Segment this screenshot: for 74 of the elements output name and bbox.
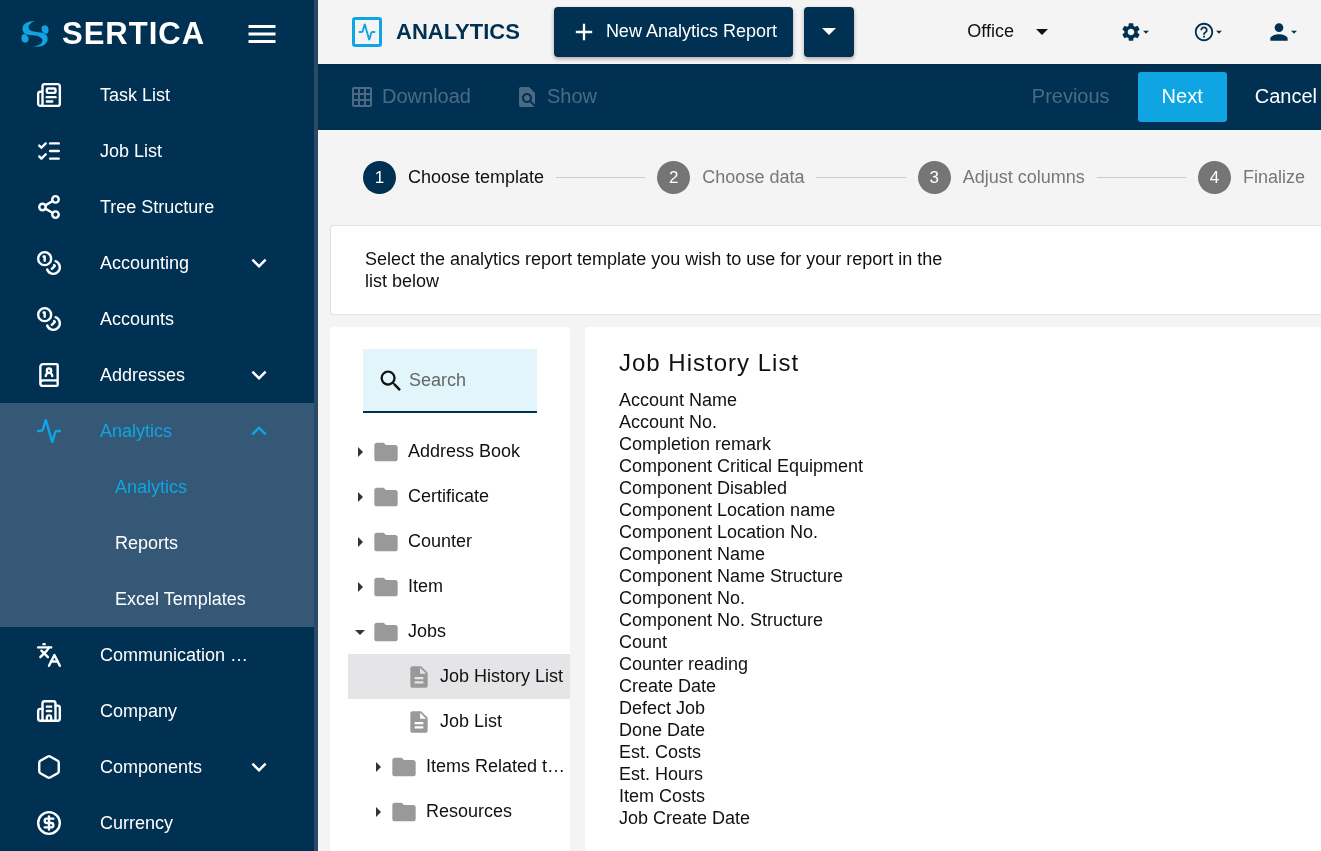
coins-icon (36, 250, 62, 276)
step-label: Choose template (408, 167, 545, 188)
cancel-button[interactable]: Cancel (1254, 85, 1321, 109)
step-label: Choose data (702, 167, 805, 188)
field-name: Account No. (619, 411, 719, 433)
nav-item[interactable]: Company (0, 683, 314, 739)
step-label: Finalize (1243, 167, 1305, 188)
help-icon (1193, 20, 1215, 43)
page-title: ANALYTICS (396, 18, 520, 45)
coins-icon (36, 306, 62, 332)
settings-icon (1120, 20, 1142, 43)
tree-folder[interactable]: Items Related t… (348, 744, 570, 789)
caret-icon (821, 28, 836, 36)
tree-folder[interactable]: Item (348, 564, 570, 609)
step-number: 4 (1198, 161, 1231, 194)
dropdown-button[interactable] (803, 6, 854, 57)
caret-icon (1036, 28, 1048, 35)
nav-item[interactable]: Task List (0, 67, 314, 123)
nav-item[interactable]: Accounting (0, 235, 314, 291)
office-dropdown[interactable]: Office (961, 20, 1054, 44)
field-name: Component Name Structure (619, 565, 845, 587)
nav-item[interactable]: Accounts (0, 291, 314, 347)
tree-item[interactable]: Job History List (348, 654, 570, 699)
field-name: Est. Costs (619, 741, 703, 763)
search-field[interactable]: Search (363, 349, 537, 413)
field-name: Counter reading (619, 653, 750, 675)
nav-item[interactable]: Addresses (0, 347, 314, 403)
logo-text: SERTICA (62, 15, 206, 52)
step-number: 2 (657, 161, 691, 194)
step-label: Adjust columns (962, 167, 1085, 188)
tree-folder[interactable]: Counter (348, 519, 570, 564)
field-name: Job Create Date (619, 807, 752, 829)
tree-folder[interactable]: Jobs (348, 609, 570, 654)
nav-item[interactable]: Currency (0, 795, 314, 851)
nav-item[interactable]: Job List (0, 123, 314, 179)
field-name: Defect Job (619, 697, 707, 719)
nav-item[interactable]: Tree Structure (0, 179, 314, 235)
nav-subitem[interactable]: Excel Templates (0, 571, 314, 627)
nav-subitem[interactable]: Reports (0, 515, 314, 571)
list-card-icon (36, 82, 62, 108)
tree-folder[interactable]: Certificate (348, 474, 570, 519)
field-name: Create Date (619, 675, 718, 697)
tree-folder[interactable]: Address Book (348, 429, 570, 474)
translate-icon (36, 642, 62, 668)
field-name: Done Date (619, 719, 707, 741)
step-number: 3 (917, 161, 951, 194)
pulse-icon (36, 418, 62, 444)
nav-item[interactable]: Components (0, 739, 314, 795)
field-name: Count (619, 631, 669, 653)
tree-item[interactable]: Job List (348, 699, 570, 744)
field-name: Completion remark (619, 433, 773, 455)
step-number: 1 (363, 161, 396, 194)
instructions-text: Select the analytics report template you wish to use for your report in the list below (365, 248, 944, 292)
dollar-cycle-icon (36, 810, 62, 836)
contact-book-icon (36, 362, 62, 388)
field-name: Account Name (619, 389, 739, 411)
field-name: Component Name (619, 543, 767, 565)
nav-item[interactable]: Communication … (0, 627, 314, 683)
field-name: Component Location No. (619, 521, 820, 543)
field-name: Component Location name (619, 499, 837, 521)
field-name: Component Critical Equipment (619, 455, 865, 477)
tree-folder[interactable]: Resources (348, 789, 570, 834)
template-title: Job History List (619, 349, 801, 377)
building-icon (36, 698, 62, 724)
share-icon (36, 194, 62, 220)
spreadsheet-icon (350, 84, 374, 109)
field-name: Component No. Structure (619, 609, 825, 631)
hexagon-icon (36, 754, 62, 780)
field-name: Item Costs (619, 785, 707, 807)
field-name: Component Disabled (619, 477, 789, 499)
analytics-icon (352, 16, 382, 47)
field-name: Est. Hours (619, 763, 705, 785)
new-report-button[interactable]: New Analytics Report (553, 6, 793, 57)
field-name: Component No. (619, 587, 747, 609)
